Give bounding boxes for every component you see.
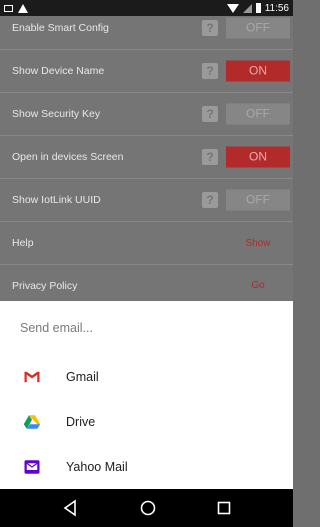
app-label: Drive	[66, 415, 96, 429]
share-sheet: Send email... Gmail Drive Yahoo Mail	[0, 301, 293, 489]
setting-row-iotlink-uuid: Show IotLink UUID ? OFF	[0, 179, 293, 222]
device-name-toggle[interactable]: ON	[226, 60, 290, 82]
setting-row-device-name: Show Device Name ? ON	[0, 50, 293, 93]
setting-label: Show Security Key	[12, 108, 101, 120]
setting-label: Show Device Name	[12, 65, 105, 77]
setting-label: Privacy Policy	[12, 279, 78, 292]
sheet-title: Send email...	[20, 321, 93, 335]
help-question-icon[interactable]: ?	[202, 192, 218, 208]
settings-list: Enable Smart Config ? OFF Show Device Na…	[0, 16, 293, 301]
help-question-icon[interactable]: ?	[202, 20, 218, 36]
setting-label: Enable Smart Config	[12, 22, 109, 34]
setting-row-devices-screen: Open in devices Screen ? ON	[0, 136, 293, 179]
setting-label: Help	[12, 237, 34, 249]
app-label: Yahoo Mail	[66, 460, 128, 474]
setting-row-help: Help Show	[0, 222, 293, 265]
help-question-icon[interactable]: ?	[202, 63, 218, 79]
back-icon[interactable]	[60, 497, 82, 519]
smart-config-toggle[interactable]: OFF	[226, 17, 290, 39]
security-key-toggle[interactable]: OFF	[226, 103, 290, 125]
app-item-yahoo-mail[interactable]: Yahoo Mail	[0, 445, 293, 489]
drive-icon	[23, 415, 41, 429]
devices-screen-toggle[interactable]: ON	[226, 146, 290, 168]
recents-icon[interactable]	[213, 497, 235, 519]
navigation-bar	[0, 489, 293, 527]
setting-label: Open in devices Screen	[12, 151, 124, 163]
gmail-icon	[24, 371, 40, 383]
app-label: Gmail	[66, 370, 99, 384]
setting-row-security-key: Show Security Key ? OFF	[0, 93, 293, 136]
home-icon[interactable]	[137, 497, 159, 519]
privacy-go-link[interactable]: Go	[226, 280, 290, 291]
help-question-icon[interactable]: ?	[202, 149, 218, 165]
setting-row-smart-config: Enable Smart Config ? OFF	[0, 7, 293, 50]
help-show-link[interactable]: Show	[226, 238, 290, 249]
help-question-icon[interactable]: ?	[202, 106, 218, 122]
yahoo-mail-icon	[24, 460, 40, 474]
app-item-drive[interactable]: Drive	[0, 400, 293, 444]
setting-label: Show IotLink UUID	[12, 194, 101, 206]
iotlink-uuid-toggle[interactable]: OFF	[226, 189, 290, 211]
app-item-gmail[interactable]: Gmail	[0, 355, 293, 399]
